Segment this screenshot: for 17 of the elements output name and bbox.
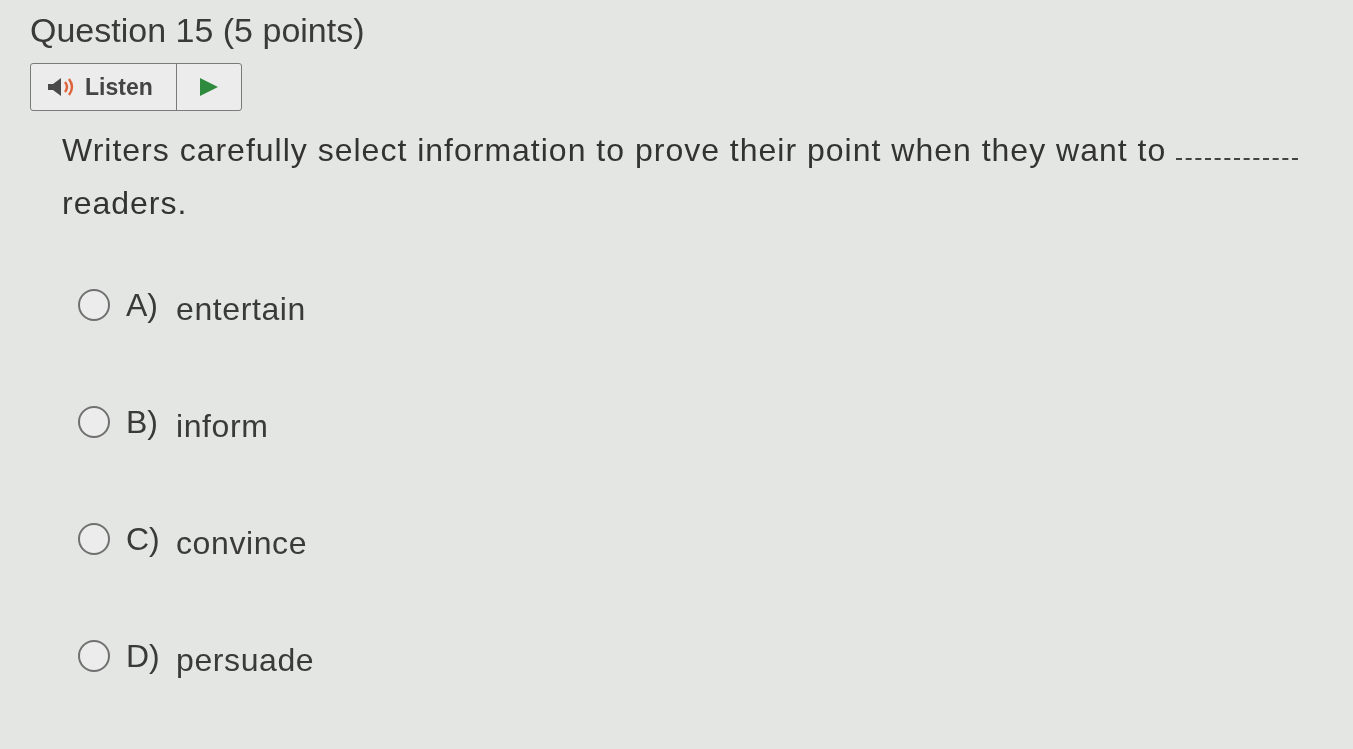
question-title: Question 15 (5 points) [30,11,365,49]
radio-button[interactable] [78,640,110,672]
option-label[interactable]: convince [176,524,308,562]
question-text: Writers carefully select information to prove their point when they want to [62,131,1167,169]
radio-button[interactable] [78,406,110,438]
option-label[interactable]: inform [176,407,269,445]
option-label[interactable]: entertain [176,290,306,328]
radio-button[interactable] [78,289,110,321]
listen-button[interactable]: Listen [31,64,177,110]
option-letter: C) [126,520,161,558]
option-letter: D) [126,637,161,675]
play-icon [200,78,218,96]
option-letter: B) [126,403,159,441]
radio-button[interactable] [78,523,110,555]
question-text: readers. [62,184,188,222]
option-label[interactable]: persuade [176,641,315,679]
option-letter: A) [126,286,159,324]
